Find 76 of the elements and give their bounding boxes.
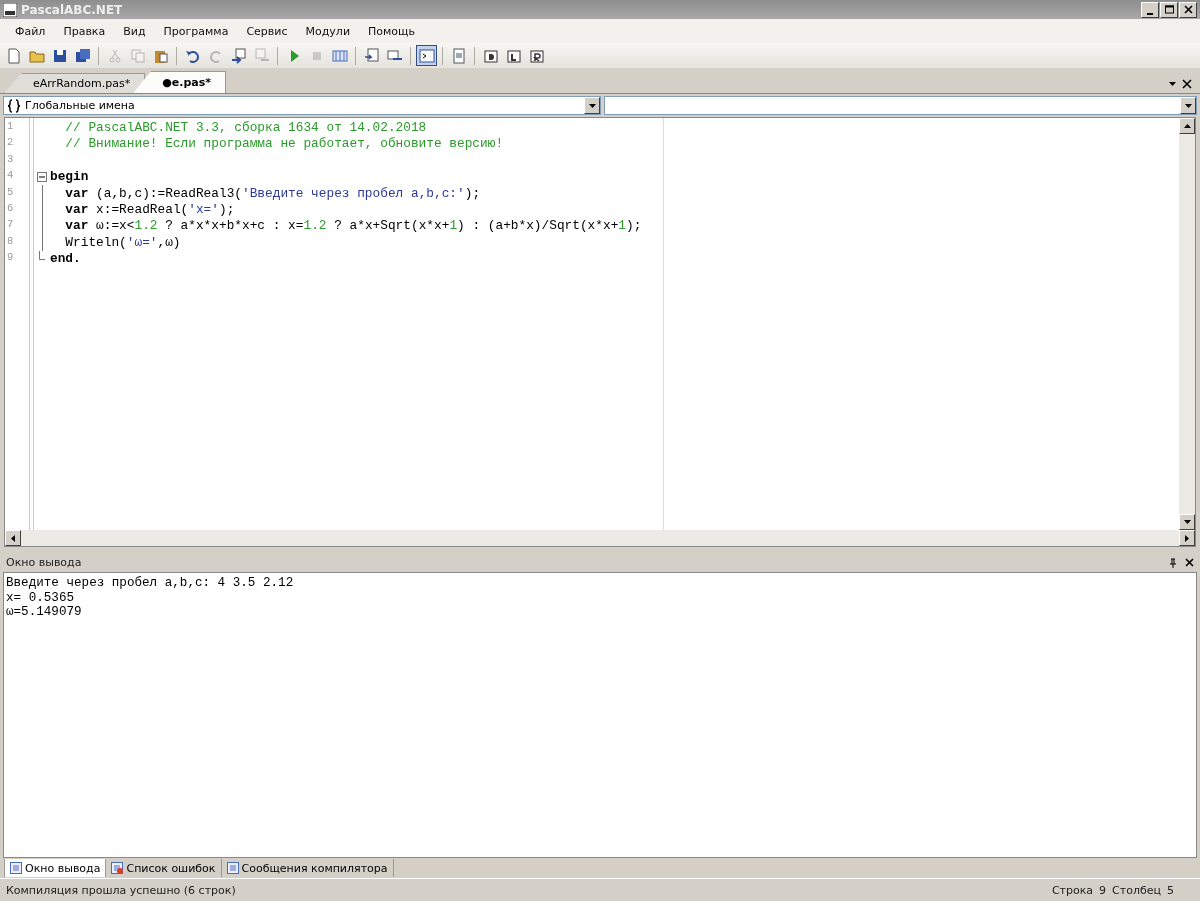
fold-end-line [39,251,45,261]
menu-item[interactable]: Файл [6,24,55,38]
close-icon [1183,5,1193,14]
close-icon[interactable] [1182,79,1192,89]
page-icon [5,47,22,64]
scissors-icon [106,47,123,64]
close-button[interactable] [1179,1,1197,18]
line-number: 2 [6,136,15,151]
panel-tab[interactable]: Окно вывода [4,859,107,877]
code-line: end. [50,251,81,267]
panel-title: Окно вывода [6,556,82,569]
window-icon [10,862,22,874]
code-line: var ω:=x<1.2 ? a*x*x+b*x+c : x=1.2 ? a*x+Sqrt(x*x+1) : (a+b*x)/Sqrt(x*x+1); [64,218,642,234]
status-label: Столбец [1112,883,1161,897]
line-number: 8 [6,234,15,249]
code-line: // Внимание! Если программа не работает, обновите версию! [64,136,504,152]
collapse-icon[interactable] [37,172,47,183]
vertical-scrollbar[interactable] [1179,118,1195,530]
status-label: Строка [1051,883,1094,897]
panel-tab[interactable]: Список ошибок [106,859,222,877]
maximize-button[interactable] [1160,1,1178,18]
toolbar-button[interactable] [416,45,437,66]
output-line: x= 0.5365 [6,590,76,605]
file-tab[interactable]: eArrRandom.pas* [4,73,146,93]
error-list-icon [111,862,124,874]
maximize-icon [1164,5,1174,14]
close-icon[interactable] [1185,557,1194,567]
status-message: Компиляция прошла успешно (6 строк) [6,883,236,897]
down-arrow-icon [1183,520,1191,524]
status-value: 9 [1099,883,1107,897]
code-line: begin [50,169,89,185]
menu-item[interactable]: Программа [154,24,238,38]
save-icon [51,47,68,64]
braces-icon [6,98,22,113]
caret-icon [1184,103,1192,108]
code-line: var (a,b,c):=ReadReal3('Введите через пробел a,b,c:'); [64,185,481,201]
copy-icon [129,47,146,64]
code-line: var x:=ReadReal('x='); [64,201,235,217]
save-all-icon [74,47,91,64]
grid-icon [331,47,348,64]
up-arrow-icon [1183,124,1191,128]
member-dropdown[interactable] [604,96,1197,115]
window-title: PascalABC.NET [21,2,123,17]
caret-icon [588,103,596,108]
line-number: 3 [6,152,15,167]
horizontal-scrollbar[interactable] [5,530,1195,546]
console-icon [418,47,435,64]
menu-item[interactable]: Сервис [237,24,297,38]
menu-item[interactable]: Модули [296,24,360,38]
panel-tab[interactable]: Сообщения компилятора [221,859,394,877]
line-number: 5 [6,185,15,200]
status-value: 5 [1167,883,1174,897]
right-arrow-icon [1185,534,1189,542]
menu-item[interactable]: Правка [54,24,115,38]
left-arrow-icon [11,534,15,542]
line-number: 1 [6,120,15,134]
minimize-icon [1147,12,1153,15]
menu-item[interactable]: Вид [114,24,155,38]
file-tab[interactable]: ●e.pas* [133,71,226,93]
output-line: Введите через пробел a,b,c: 4 3.5 2.12 [6,576,295,591]
scope-dropdown[interactable]: Глобальные имена [3,96,601,115]
dropdown-icon [1169,82,1176,86]
line-number: 7 [6,218,15,233]
window-arrow-icon [363,47,380,64]
code-line: Writeln('ω=',ω) [64,234,181,250]
document-icon [450,47,467,64]
app-icon [3,2,17,17]
code-line: // PascalABC.NET 3.3, сборка 1634 от 14.02.2018 [64,120,427,135]
window-icon [226,862,239,874]
output-line: ω=5.149079 [6,605,83,620]
line-number: 4 [6,169,15,184]
minimize-button[interactable] [1141,1,1159,18]
pin-icon[interactable] [1169,557,1177,568]
line-number: 9 [6,251,15,266]
menu-item[interactable]: Помощь [359,24,424,38]
line-number: 6 [6,201,15,216]
